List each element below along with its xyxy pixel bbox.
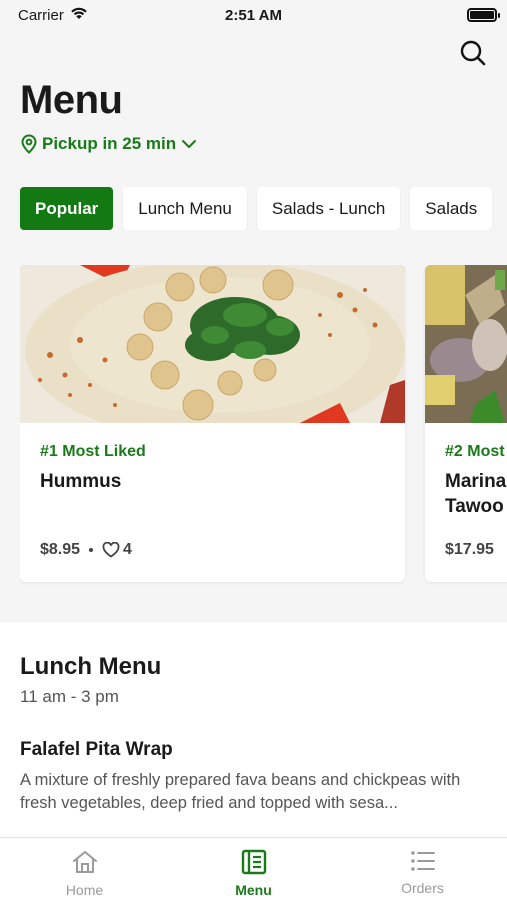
status-left: Carrier bbox=[18, 6, 88, 24]
menu-item-name[interactable]: Falafel Pita Wrap bbox=[20, 739, 173, 761]
battery-icon bbox=[467, 8, 500, 22]
tab-salads-lunch[interactable]: Salads - Lunch bbox=[256, 187, 401, 230]
nav-label: Menu bbox=[235, 882, 272, 898]
menu-book-icon bbox=[241, 849, 266, 875]
chevron-down-icon bbox=[182, 140, 197, 148]
list-icon bbox=[410, 851, 435, 871]
lunch-menu-section: Lunch Menu 11 am - 3 pm Falafel Pita Wra… bbox=[0, 622, 507, 837]
search-button[interactable] bbox=[456, 36, 490, 70]
nav-label: Orders bbox=[401, 880, 444, 896]
location-pin-icon bbox=[21, 134, 37, 154]
menu-item-description[interactable]: A mixture of freshly prepared fava beans… bbox=[20, 769, 490, 815]
status-bar: Carrier 2:51 AM bbox=[0, 0, 507, 30]
card-rank: #2 Most bbox=[445, 443, 505, 460]
card-price: $17.95 bbox=[445, 541, 494, 558]
section-hours: 11 am - 3 pm bbox=[20, 687, 119, 706]
nav-label: Home bbox=[65, 882, 104, 898]
carrier-label: Carrier bbox=[18, 6, 64, 24]
pickup-label: Pickup in 25 min bbox=[42, 134, 177, 153]
heart-icon bbox=[102, 542, 120, 558]
card-body: #1 Most Liked Hummus $8.95 4 bbox=[20, 423, 405, 582]
section-title: Lunch Menu bbox=[20, 653, 162, 680]
popular-card-hummus[interactable]: #1 Most Liked Hummus $8.95 4 bbox=[20, 265, 405, 582]
card-name: Marina Tawoo bbox=[445, 471, 507, 517]
bottom-nav: Home Menu Orders bbox=[0, 837, 507, 900]
likes: 4 bbox=[102, 541, 132, 559]
card-price: $8.95 bbox=[40, 541, 81, 558]
nav-menu[interactable]: Menu bbox=[169, 838, 338, 900]
nav-home[interactable]: Home bbox=[0, 838, 169, 900]
card-name: Hummus bbox=[40, 471, 122, 492]
card-rank: #1 Most Liked bbox=[40, 443, 146, 460]
pickup-time-selector[interactable]: Pickup in 25 min bbox=[20, 134, 198, 154]
hummus-photo bbox=[20, 265, 405, 423]
nav-orders[interactable]: Orders bbox=[338, 838, 507, 900]
page-title: Menu bbox=[20, 78, 123, 122]
search-icon bbox=[460, 40, 486, 66]
tab-lunch-menu[interactable]: Lunch Menu bbox=[123, 187, 247, 230]
likes-count: 4 bbox=[123, 541, 132, 558]
tab-salads[interactable]: Salads bbox=[410, 187, 493, 230]
separator-dot bbox=[89, 548, 94, 552]
marinated-photo bbox=[425, 265, 507, 423]
card-body: #2 Most Marina Tawoo $17.95 bbox=[425, 423, 507, 582]
tab-popular[interactable]: Popular bbox=[20, 187, 114, 230]
home-icon bbox=[72, 851, 97, 873]
card-meta: $17.95 bbox=[445, 541, 494, 559]
card-meta: $8.95 4 bbox=[40, 541, 132, 559]
category-tabs: Popular Lunch Menu Salads - Lunch Salads bbox=[20, 187, 507, 230]
wifi-icon bbox=[70, 6, 88, 24]
popular-carousel: #1 Most Liked Hummus $8.95 4 #2 Most Mar… bbox=[20, 265, 507, 585]
popular-card-marinated[interactable]: #2 Most Marina Tawoo $17.95 bbox=[425, 265, 507, 582]
